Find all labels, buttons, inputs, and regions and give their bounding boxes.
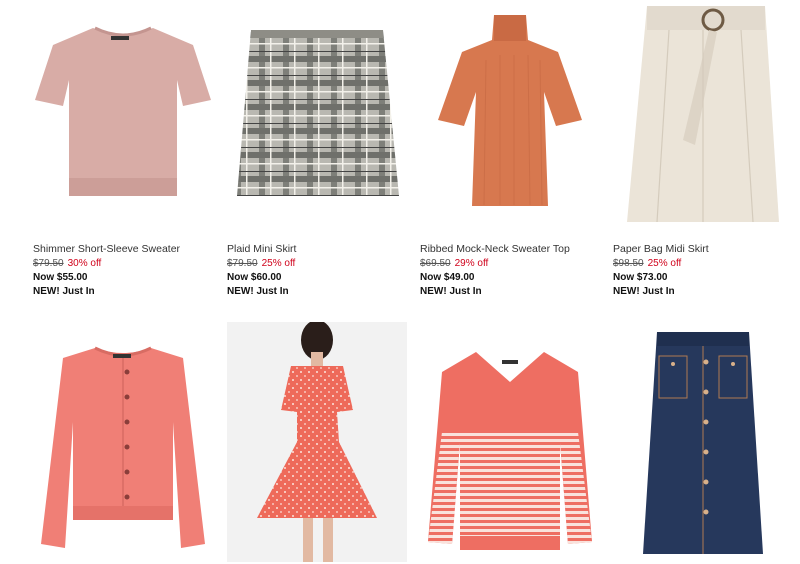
product-image[interactable] bbox=[33, 0, 213, 225]
product-name[interactable]: Ribbed Mock-Neck Sweater Top bbox=[420, 243, 610, 256]
new-badge: NEW! Just In bbox=[420, 286, 482, 297]
product-image[interactable] bbox=[613, 0, 793, 225]
new-badge: NEW! Just In bbox=[613, 286, 675, 297]
product-name[interactable]: Paper Bag Midi Skirt bbox=[613, 243, 800, 256]
price-line: $79.50 25% off bbox=[227, 257, 417, 270]
discount-label: 30% off bbox=[67, 258, 102, 269]
product-name[interactable]: Shimmer Short-Sleeve Sweater bbox=[33, 243, 223, 256]
original-price: $98.50 bbox=[613, 258, 644, 269]
price-line: $98.50 25% off bbox=[613, 257, 800, 270]
discount-label: 25% off bbox=[647, 258, 682, 269]
skirt-image-icon bbox=[613, 322, 793, 562]
original-price: $79.50 bbox=[33, 258, 64, 269]
cardigan-image-icon bbox=[33, 322, 213, 562]
sweater-image-icon bbox=[420, 322, 600, 562]
product-image[interactable] bbox=[420, 0, 600, 225]
product-image[interactable] bbox=[420, 322, 600, 562]
skirt-image-icon bbox=[613, 0, 793, 225]
price-line: $79.50 30% off bbox=[33, 257, 223, 270]
new-badge: NEW! Just In bbox=[33, 286, 95, 297]
discount-label: 29% off bbox=[454, 258, 489, 269]
sale-price: Now $73.00 bbox=[613, 272, 668, 283]
skirt-image-icon bbox=[227, 0, 407, 225]
product-image[interactable] bbox=[227, 0, 407, 225]
dress-image-icon bbox=[227, 322, 407, 562]
product-image[interactable] bbox=[227, 322, 407, 562]
sweater-image-icon bbox=[33, 0, 213, 225]
original-price: $79.50 bbox=[227, 258, 258, 269]
original-price: $69.50 bbox=[420, 258, 451, 269]
top-image-icon bbox=[420, 0, 600, 225]
product-image[interactable] bbox=[33, 322, 213, 562]
product-name[interactable]: Plaid Mini Skirt bbox=[227, 243, 417, 256]
price-line: $69.50 29% off bbox=[420, 257, 610, 270]
discount-label: 25% off bbox=[261, 258, 296, 269]
product-image[interactable] bbox=[613, 322, 793, 562]
new-badge: NEW! Just In bbox=[227, 286, 289, 297]
sale-price: Now $55.00 bbox=[33, 272, 88, 283]
sale-price: Now $60.00 bbox=[227, 272, 282, 283]
sale-price: Now $49.00 bbox=[420, 272, 475, 283]
product-grid: Shimmer Short-Sleeve Sweater $79.50 30% o… bbox=[0, 0, 800, 564]
